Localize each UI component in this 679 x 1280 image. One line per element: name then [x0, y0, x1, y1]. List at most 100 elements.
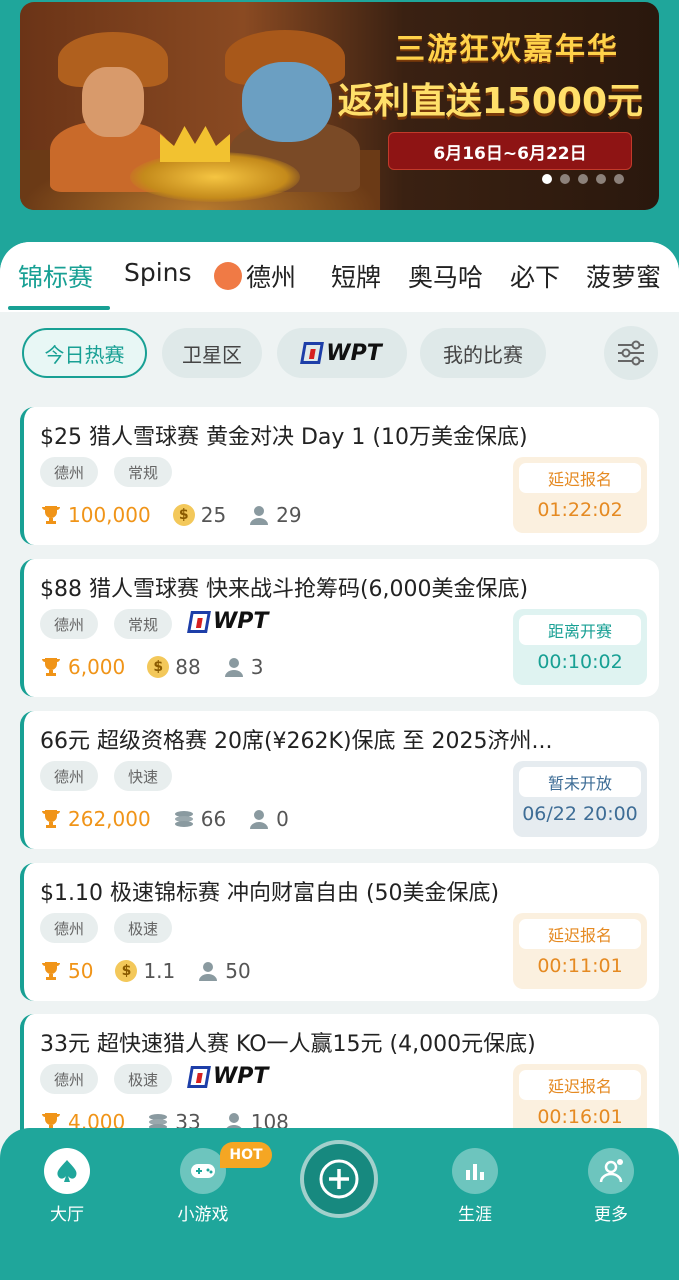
wpt-logo: WPT	[187, 1064, 268, 1089]
prize-pool: 100,000	[68, 503, 151, 527]
promo-banner[interactable]: 三游狂欢嘉年华 返利直送15000元 6月16日~6月22日	[20, 2, 659, 210]
tournament-card[interactable]: $88 猎人雪球赛 快来战斗抢筹码(6,000美金保底) 德州 常规 WPT 6…	[20, 559, 659, 697]
game-tag: 德州	[40, 761, 99, 791]
trophy-icon	[42, 810, 60, 828]
game-tag: 德州	[40, 1064, 99, 1094]
game-type-tabs: 锦标赛 Spins 德州 短牌 奥马哈 必下 菠萝蜜	[0, 242, 679, 312]
players-icon	[224, 658, 243, 677]
game-tag: 德州	[40, 913, 99, 943]
tournament-title: 66元 超级资格赛 20席(¥262K)保底 至 2025济州...	[40, 729, 553, 754]
nav-more[interactable]: 更多	[566, 1148, 656, 1225]
tournament-stats: 100,000 $ 25 29	[40, 503, 324, 527]
tab-texas-label: 德州	[246, 263, 297, 292]
bottom-navigation: 大厅 小游戏 HOT 生涯 更多	[0, 1128, 679, 1280]
tournament-stats: 50 $ 1.1 50	[40, 959, 273, 983]
nav-lobby-label: 大厅	[50, 1205, 84, 1225]
octopus-icon	[214, 262, 242, 290]
tab-must-call[interactable]: 必下	[510, 258, 560, 294]
banner-date-range: 6月16日~6月22日	[388, 132, 632, 170]
buy-in: 25	[200, 503, 227, 527]
prize-pool: 6,000	[68, 655, 126, 679]
speed-tag: 极速	[114, 913, 173, 943]
carousel-dot[interactable]	[596, 174, 606, 184]
status-time: 00:11:01	[537, 955, 623, 977]
filter-satellite[interactable]: 卫星区	[162, 328, 262, 378]
status-time: 06/22 20:00	[522, 803, 638, 825]
nav-minigames-label: 小游戏	[177, 1205, 229, 1225]
game-tag: 德州	[40, 609, 99, 639]
prize-pool: 50	[68, 959, 94, 983]
carousel-dot[interactable]	[614, 174, 624, 184]
carousel-dot[interactable]	[560, 174, 570, 184]
tournament-title: $1.10 极速锦标赛 冲向财富自由 (50美金保底)	[40, 881, 500, 906]
players-icon	[250, 810, 269, 829]
filter-my-matches[interactable]: 我的比赛	[420, 328, 546, 378]
chips-icon	[174, 811, 193, 827]
carousel-dots[interactable]	[542, 174, 624, 184]
buy-in: 88	[175, 655, 201, 679]
status-label: 延迟报名	[519, 463, 641, 493]
tournament-card[interactable]: $1.10 极速锦标赛 冲向财富自由 (50美金保底) 德州 极速 50 $ 1…	[20, 863, 659, 1001]
filter-bar: 今日热赛 卫星区 WPT 我的比赛	[0, 312, 679, 394]
status-time: 00:10:02	[537, 651, 623, 673]
players-icon	[250, 506, 269, 525]
speed-tag: 常规	[114, 457, 173, 487]
tournament-panel: 锦标赛 Spins 德州 短牌 奥马哈 必下 菠萝蜜 今日热赛 卫星区 WPT …	[0, 242, 679, 1280]
user-icon	[588, 1148, 634, 1194]
filter-today-hot[interactable]: 今日热赛	[22, 328, 147, 378]
nav-more-label: 更多	[594, 1205, 628, 1225]
nav-career[interactable]: 生涯	[430, 1148, 520, 1225]
tab-spins[interactable]: Spins	[124, 258, 192, 287]
tab-pineapple[interactable]: 菠萝蜜	[586, 258, 661, 294]
filter-wpt[interactable]: WPT	[277, 328, 407, 378]
status-label: 暂未开放	[519, 767, 641, 797]
status-box: 距离开赛 00:10:02	[513, 609, 647, 685]
tournament-card[interactable]: $25 猎人雪球赛 黄金对决 Day 1 (10万美金保底) 德州 常规 100…	[20, 407, 659, 545]
tab-texas[interactable]: 德州	[214, 258, 296, 294]
tournament-title: $25 猎人雪球赛 黄金对决 Day 1 (10万美金保底)	[40, 425, 528, 450]
shark-face-graphic	[242, 62, 332, 142]
buy-in: 1.1	[143, 959, 176, 983]
spade-icon	[44, 1148, 90, 1194]
speed-tag: 快速	[114, 761, 173, 791]
plus-icon	[319, 1159, 359, 1199]
player-count: 29	[276, 503, 302, 527]
game-tag: 德州	[40, 457, 99, 487]
wpt-logo: WPT	[187, 609, 268, 634]
buy-in: 66	[200, 807, 227, 831]
hot-badge: HOT	[220, 1142, 272, 1168]
player-count: 3	[250, 655, 264, 679]
status-label: 延迟报名	[519, 919, 641, 949]
speed-tag: 常规	[114, 609, 173, 639]
cowboy-face-graphic	[82, 67, 144, 137]
banner-headline: 三游狂欢嘉年华	[395, 32, 619, 67]
tab-tournament[interactable]: 锦标赛	[18, 258, 93, 294]
create-button[interactable]	[300, 1140, 378, 1218]
tournament-card[interactable]: 66元 超级资格赛 20席(¥262K)保底 至 2025济州... 德州 快速…	[20, 711, 659, 849]
player-count: 0	[276, 807, 289, 831]
tournament-title: 33元 超快速猎人赛 KO一人赢15元 (4,000元保底)	[40, 1032, 536, 1057]
prize-pool: 262,000	[68, 807, 151, 831]
crown-graphic	[160, 126, 230, 162]
status-box: 延迟报名 00:11:01	[513, 913, 647, 989]
trophy-icon	[42, 658, 60, 676]
tab-omaha[interactable]: 奥马哈	[408, 258, 483, 294]
active-tab-indicator	[8, 306, 110, 310]
status-label: 延迟报名	[519, 1070, 641, 1100]
carousel-dot[interactable]	[542, 174, 552, 184]
wpt-logo: WPT	[300, 341, 382, 366]
status-label: 距离开赛	[519, 615, 641, 645]
tournament-title: $88 猎人雪球赛 快来战斗抢筹码(6,000美金保底)	[40, 577, 529, 602]
trophy-icon	[42, 506, 60, 524]
nav-lobby[interactable]: 大厅	[22, 1148, 112, 1225]
speed-tag: 极速	[114, 1064, 173, 1094]
nav-career-label: 生涯	[458, 1205, 492, 1225]
status-time: 00:16:01	[537, 1106, 623, 1128]
players-icon	[199, 962, 218, 981]
coin-icon: $	[147, 656, 170, 678]
tab-short-deck[interactable]: 短牌	[331, 258, 381, 294]
filter-settings-button[interactable]	[604, 326, 658, 380]
banner-subheadline: 返利直送15000元	[337, 81, 643, 122]
trophy-icon	[42, 962, 60, 980]
carousel-dot[interactable]	[578, 174, 588, 184]
